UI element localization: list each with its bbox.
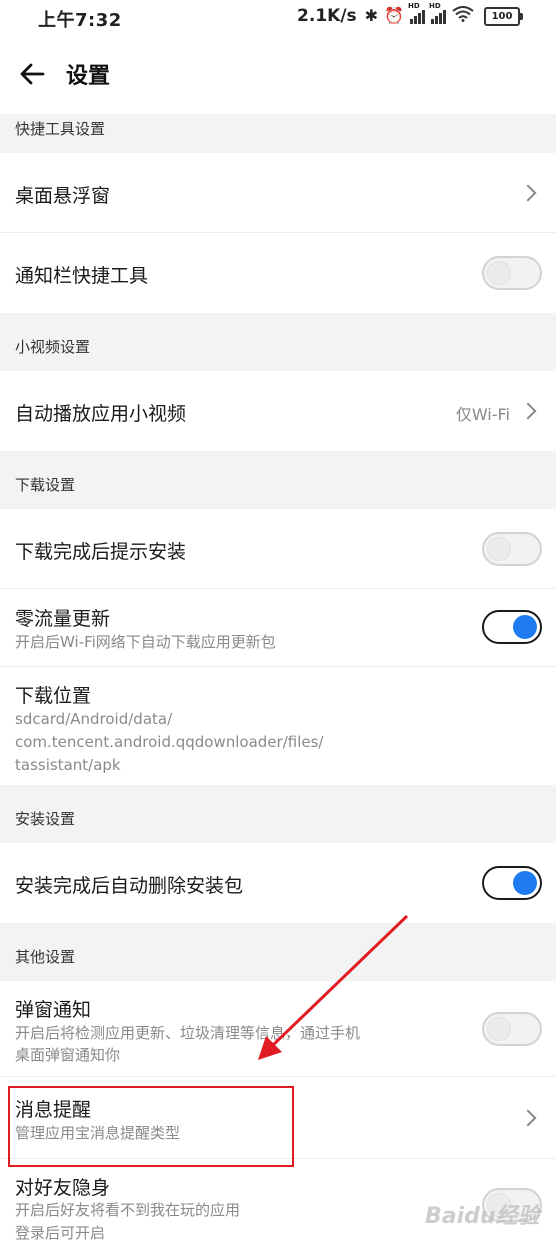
page-title: 设置 [66,64,111,89]
prompt-install-label: 下载完成后提示安装 [15,541,187,563]
notif-tools-row[interactable]: 通知栏快捷工具 [0,233,556,313]
zero-traffic-desc: 开启后Wi-Fi网络下自动下载应用更新包 [15,633,276,651]
message-reminder-row[interactable]: 消息提醒 管理应用宝消息提醒类型 [0,1077,556,1159]
popup-toggle[interactable] [482,1012,542,1046]
alarm-icon: ⏰ [384,6,404,25]
notif-tools-toggle[interactable] [482,256,542,290]
chevron-right-icon [519,184,537,202]
autoplay-value: 仅Wi-Fi [455,405,510,424]
status-time: 上午7:32 [38,10,122,31]
popup-desc-line-1: 开启后将检测应用更新、垃圾清理等信息，通过手机 [15,1024,361,1042]
section-header-install: 安装设置 [0,785,556,843]
toggle-knob [513,615,537,639]
download-location-label: 下载位置 [15,685,92,707]
chevron-right-icon [519,1109,537,1127]
zero-traffic-label: 零流量更新 [15,608,111,630]
bluetooth-icon: ✱ [364,6,379,25]
invisible-label: 对好友隐身 [15,1177,111,1199]
autoplay-label: 自动播放应用小视频 [15,403,187,425]
battery-icon: 100 [484,6,523,26]
download-path-line-1: sdcard/Android/data/ [15,710,173,728]
section-header-quick-tools: 快捷工具设置 [0,114,556,153]
back-arrow-icon[interactable] [18,60,46,88]
notif-tools-label: 通知栏快捷工具 [15,265,149,287]
download-location-row[interactable]: 下载位置 sdcard/Android/data/ com.tencent.an… [0,667,556,785]
desktop-float-row[interactable]: 桌面悬浮窗 [0,153,556,233]
signal-icon-2: HD [429,2,446,24]
toggle-knob [487,537,511,561]
wifi-icon [452,6,474,26]
prompt-install-row[interactable]: 下载完成后提示安装 [0,509,556,589]
auto-delete-label: 安装完成后自动删除安装包 [15,875,244,897]
invisible-desc-line-1: 开启后好友将看不到我在玩的应用 [15,1201,241,1219]
popup-label: 弹窗通知 [15,999,92,1021]
invisible-desc-line-2: 登录后可开启 [15,1224,106,1242]
toggle-knob [487,261,511,285]
toggle-knob [513,871,537,895]
signal-icon: HD [408,2,425,24]
prompt-install-toggle[interactable] [482,532,542,566]
section-header-other: 其他设置 [0,923,556,981]
chevron-right-icon [519,402,537,420]
popup-desc-line-2: 桌面弹窗通知你 [15,1046,121,1064]
status-icons: 2.1K/s ✱ ⏰ HD HD 100 [297,2,523,26]
message-reminder-label: 消息提醒 [15,1099,92,1121]
desktop-float-label: 桌面悬浮窗 [15,185,111,207]
settings-list: 快捷工具设置 桌面悬浮窗 通知栏快捷工具 小视频设置 自动播放应用小视频 仅Wi… [0,114,556,1251]
zero-traffic-row[interactable]: 零流量更新 开启后Wi-Fi网络下自动下载应用更新包 [0,589,556,667]
download-path-line-2: com.tencent.android.qqdownloader/files/ [15,733,324,751]
auto-delete-row[interactable]: 安装完成后自动删除安装包 [0,843,556,923]
network-speed: 2.1K/s [297,6,357,26]
zero-traffic-toggle[interactable] [482,610,542,644]
download-path-line-3: tassistant/apk [15,756,121,774]
toggle-knob [487,1017,511,1041]
app-header: 设置 [0,34,556,114]
status-bar: 上午7:32 2.1K/s ✱ ⏰ HD HD 100 [0,0,556,34]
section-header-download: 下载设置 [0,451,556,509]
popup-notification-row[interactable]: 弹窗通知 开启后将检测应用更新、垃圾清理等信息，通过手机 桌面弹窗通知你 [0,981,556,1077]
auto-delete-toggle[interactable] [482,866,542,900]
autoplay-row[interactable]: 自动播放应用小视频 仅Wi-Fi [0,371,556,451]
watermark-logo: Baidu经验 [425,1204,540,1229]
message-reminder-desc: 管理应用宝消息提醒类型 [15,1124,181,1142]
section-header-video: 小视频设置 [0,313,556,371]
